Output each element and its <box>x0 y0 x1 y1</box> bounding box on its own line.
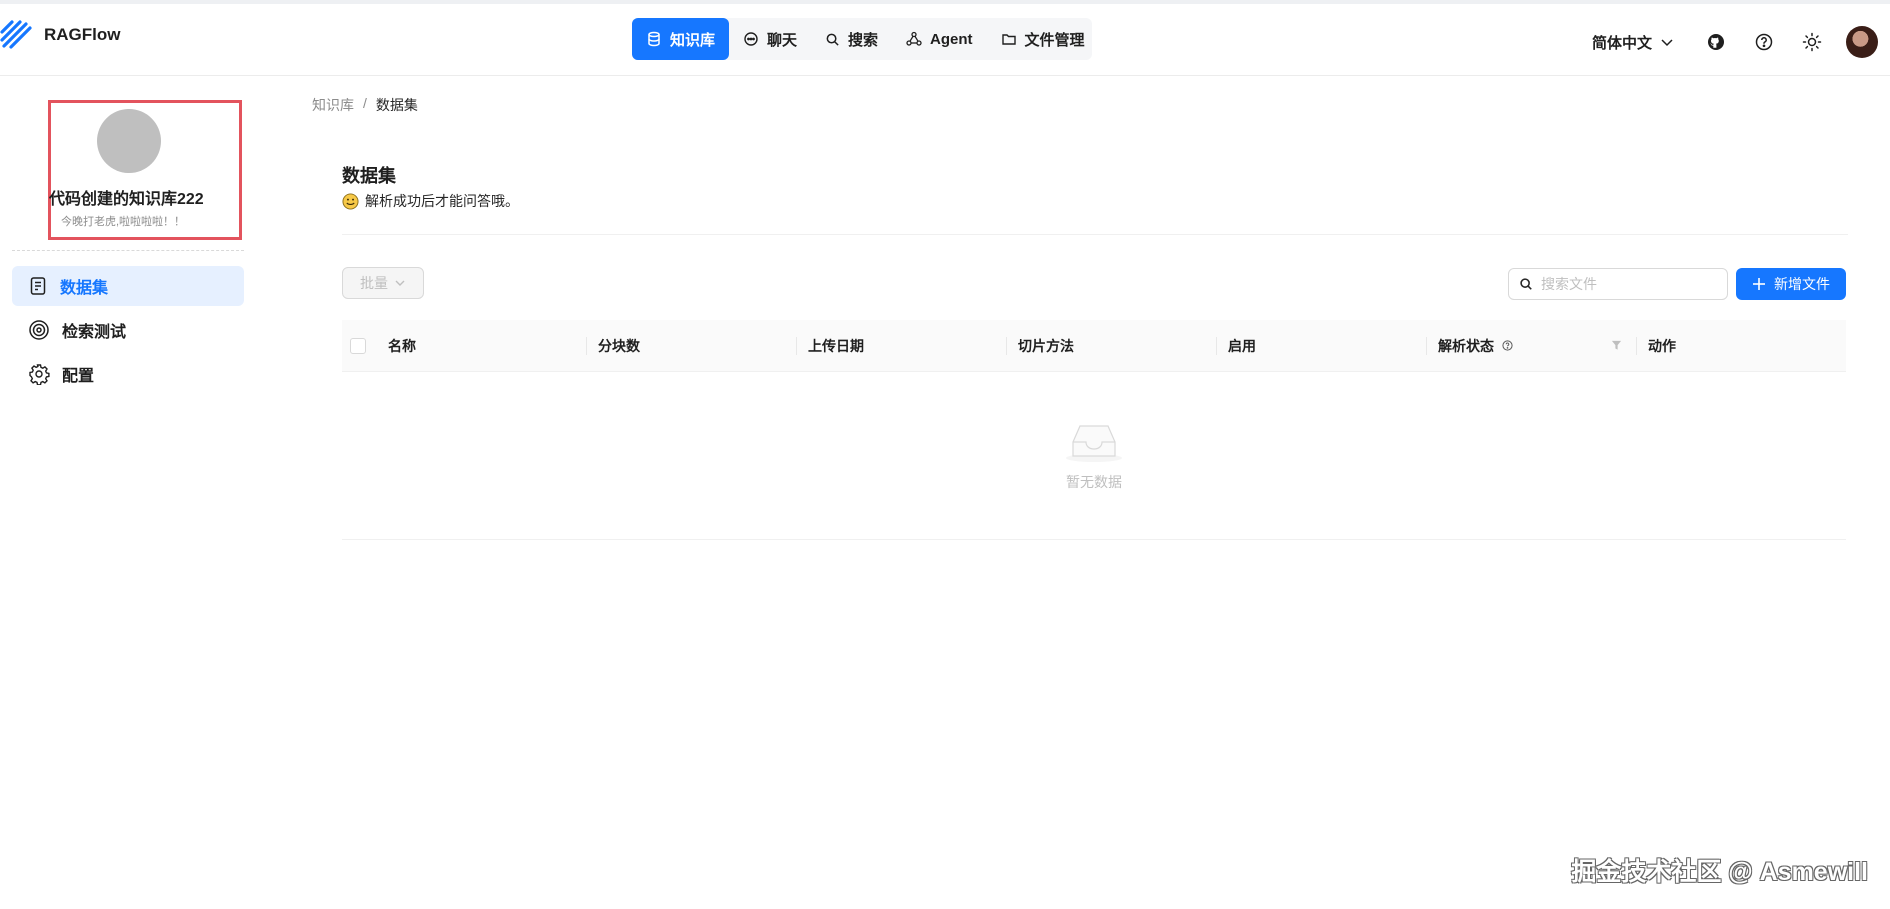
sidebar-item-dataset[interactable]: 数据集 <box>12 266 244 306</box>
sidebar-item-label: 配置 <box>62 368 95 385</box>
breadcrumb-separator: / <box>363 95 367 111</box>
agent-icon <box>906 31 922 47</box>
sidebar-menu: 数据集 检索测试 配置 <box>12 266 244 398</box>
folder-icon <box>1001 31 1017 47</box>
knowledge-base-info-card: 代码创建的知识库222 今晚打老虎,啦啦啦啦！！ <box>48 100 242 240</box>
column-header-chunk-count[interactable]: 分块数 <box>586 320 796 372</box>
theme-toggle-sun-icon[interactable] <box>1799 29 1825 55</box>
search-input[interactable] <box>1539 275 1723 293</box>
search-icon <box>825 32 840 47</box>
kb-avatar <box>97 109 161 173</box>
breadcrumb: 知识库 / 数据集 <box>312 95 418 115</box>
nav-label: 聊天 <box>767 31 798 49</box>
select-all-checkbox[interactable] <box>350 337 366 354</box>
nav-label: 文件管理 <box>1024 31 1085 49</box>
nav-search[interactable]: 搜索 <box>811 18 892 60</box>
nav-label: 搜索 <box>848 31 879 49</box>
column-header-actions: 动作 <box>1636 320 1846 372</box>
header-actions: 简体中文 <box>1592 26 1878 58</box>
chat-icon <box>743 31 759 47</box>
column-header-enabled[interactable]: 启用 <box>1216 320 1426 372</box>
empty-text: 暂无数据 <box>1066 474 1122 490</box>
smile-emoji-icon <box>342 192 359 210</box>
table-bottom-divider <box>342 539 1846 540</box>
column-header-parse-status[interactable]: 解析状态 <box>1426 320 1636 372</box>
batch-label: 批量 <box>360 275 388 291</box>
user-avatar[interactable] <box>1846 26 1878 58</box>
app-logo[interactable]: RAGFlow <box>0 18 121 52</box>
chevron-down-icon <box>395 280 405 286</box>
help-icon[interactable] <box>1502 340 1513 351</box>
sidebar-item-label: 数据集 <box>60 280 109 297</box>
filter-icon[interactable] <box>1611 339 1622 351</box>
sidebar-item-settings[interactable]: 配置 <box>12 354 244 394</box>
nav-label: Agent <box>930 30 973 48</box>
target-icon <box>28 319 50 341</box>
file-search-box <box>1508 268 1728 300</box>
kb-description: 今晚打老虎,啦啦啦啦！！ <box>61 216 186 228</box>
add-file-button[interactable]: 新增文件 <box>1736 268 1846 300</box>
language-label: 简体中文 <box>1591 34 1652 52</box>
search-icon <box>1520 278 1532 290</box>
nav-chat[interactable]: 聊天 <box>729 18 811 60</box>
chevron-down-icon <box>1661 39 1673 47</box>
gear-icon <box>28 363 50 385</box>
sidebar-divider <box>12 250 244 251</box>
add-file-label: 新增文件 <box>1774 276 1830 292</box>
kb-name: 代码创建的知识库222 <box>49 191 204 208</box>
page-subtitle: 解析成功后才能问答哦。 <box>342 191 519 211</box>
help-icon[interactable] <box>1751 29 1777 55</box>
app-name: RAGFlow <box>44 25 121 44</box>
page-title: 数据集 <box>342 166 396 186</box>
page-subtitle-text: 解析成功后才能问答哦。 <box>365 193 519 209</box>
sidebar-item-retrieval-test[interactable]: 检索测试 <box>12 310 244 350</box>
nav-file-management[interactable]: 文件管理 <box>987 18 1099 60</box>
language-selector[interactable]: 简体中文 <box>1592 32 1674 53</box>
column-header-upload-date[interactable]: 上传日期 <box>796 320 1006 372</box>
column-header-name[interactable]: 名称 <box>376 320 586 372</box>
breadcrumb-current: 数据集 <box>375 97 418 113</box>
header-divider <box>342 234 1848 235</box>
breadcrumb-parent-link[interactable]: 知识库 <box>312 95 354 115</box>
empty-inbox-icon <box>1066 425 1122 462</box>
plus-icon <box>1753 278 1765 290</box>
nav-label: 知识库 <box>670 31 716 49</box>
select-all-cell <box>342 320 376 372</box>
document-icon <box>28 276 48 296</box>
database-icon <box>646 31 662 47</box>
sidebar-item-label: 检索测试 <box>62 324 127 341</box>
top-header: RAGFlow 知识库 聊天 搜索 Agent 文件管理 简体中文 <box>0 4 1890 76</box>
github-icon[interactable] <box>1703 29 1729 55</box>
nav-knowledge-base[interactable]: 知识库 <box>632 18 730 60</box>
main-nav: 知识库 聊天 搜索 Agent 文件管理 <box>632 18 1092 60</box>
nav-agent[interactable]: Agent <box>892 18 987 60</box>
watermark: 掘金技术社区 @ Asmewill <box>1571 858 1868 886</box>
column-header-chunk-method[interactable]: 切片方法 <box>1006 320 1216 372</box>
batch-dropdown-button[interactable]: 批量 <box>342 267 424 299</box>
table-header: 名称 分块数 上传日期 切片方法 启用 解析状态 动作 <box>342 320 1846 372</box>
ragflow-logo-icon <box>0 20 32 49</box>
empty-state: 暂无数据 <box>1000 420 1188 492</box>
